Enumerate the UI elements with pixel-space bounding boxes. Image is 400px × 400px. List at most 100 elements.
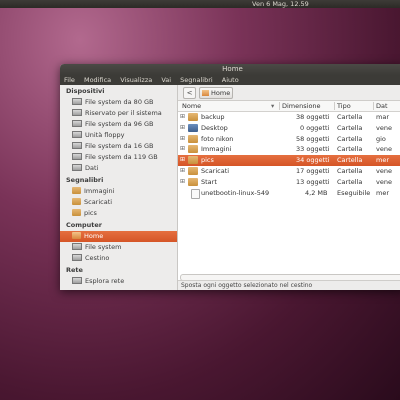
- sidebar-item-label: File system da 96 GB: [85, 120, 154, 128]
- table-row-selected[interactable]: ⊞ pics 34 oggetti Cartella mer: [178, 155, 400, 166]
- file-date: mer: [376, 188, 390, 197]
- file-type: Cartella: [337, 123, 363, 132]
- file-date: mar: [376, 113, 389, 121]
- file-size: 58 oggetti: [296, 134, 330, 143]
- location-bar: < Home: [178, 85, 400, 101]
- menu-segnalibri[interactable]: Segnalibri: [180, 76, 213, 84]
- sidebar-item-label: Scaricati: [84, 198, 113, 206]
- drive-icon: [72, 164, 82, 171]
- sidebar-header-bookmarks: Segnalibri: [66, 176, 104, 184]
- file-date: vene: [376, 166, 392, 175]
- path-home-button[interactable]: Home: [199, 87, 233, 99]
- sidebar-item-label: File system: [85, 243, 122, 251]
- column-nome[interactable]: Nome: [182, 101, 201, 111]
- expander-icon[interactable]: ⊞: [180, 155, 185, 166]
- table-row[interactable]: ⊞ Start 13 oggetti Cartella vene: [178, 177, 400, 188]
- file-size: 13 oggetti: [296, 177, 330, 186]
- file-size: 0 oggetti: [300, 123, 330, 132]
- table-row[interactable]: ⊞ foto nikon 58 oggetti Cartella gio: [178, 134, 400, 145]
- sidebar-item-label: File system da 80 GB: [85, 98, 154, 106]
- column-separator: [279, 102, 280, 110]
- path-home-label: Home: [211, 89, 231, 97]
- menu-visualizza[interactable]: Visualizza: [120, 76, 152, 84]
- file-type: Eseguibile: [337, 188, 371, 197]
- column-separator: [373, 102, 374, 110]
- file-view: < Home Nome ▾ Dimensione Tipo Dat ⊞ back…: [178, 85, 400, 290]
- expander-icon[interactable]: ⊞: [180, 134, 185, 145]
- column-tipo[interactable]: Tipo: [337, 101, 351, 111]
- menu-modifica[interactable]: Modifica: [84, 76, 111, 84]
- sidebar-header-computer: Computer: [66, 221, 103, 229]
- menu-bar: File Modifica Visualizza Vai Segnalibri …: [60, 75, 400, 85]
- sidebar-header-devices: Dispositivi: [66, 87, 105, 95]
- menu-vai[interactable]: Vai: [161, 76, 171, 84]
- sidebar-item-cestino[interactable]: Cestino: [60, 253, 177, 264]
- file-type: Cartella: [337, 113, 363, 121]
- expander-icon[interactable]: ⊞: [180, 177, 185, 188]
- clock[interactable]: Ven 6 Mag, 12.59: [252, 0, 309, 8]
- file-type: Cartella: [337, 166, 363, 175]
- status-bar: Sposta ogni oggetto selezionato nel cest…: [178, 280, 400, 290]
- sidebar-item-pics[interactable]: pics: [60, 208, 177, 219]
- sidebar-item-device-2[interactable]: Riservato per il sistema: [60, 108, 177, 119]
- column-separator: [334, 102, 335, 110]
- sidebar-item-device-6[interactable]: File system da 119 GB: [60, 152, 177, 163]
- file-name: Desktop: [201, 123, 228, 132]
- places-sidebar: Dispositivi File system da 80 GB Riserva…: [60, 85, 178, 290]
- file-date: gio: [376, 134, 386, 143]
- file-date: mer: [376, 156, 390, 165]
- file-type: Cartella: [337, 134, 363, 143]
- sidebar-item-network[interactable]: Esplora rete: [60, 276, 177, 287]
- table-row[interactable]: ⊞ backup 38 oggetti Cartella mar: [178, 112, 400, 123]
- sidebar-item-filesystem[interactable]: File system: [60, 242, 177, 253]
- drive-icon: [72, 142, 82, 149]
- sidebar-item-label: File system da 16 GB: [85, 142, 154, 150]
- file-manager-window: Home File Modifica Visualizza Vai Segnal…: [60, 64, 400, 290]
- folder-icon: [72, 187, 81, 194]
- sidebar-item-device-5[interactable]: File system da 16 GB: [60, 141, 177, 152]
- sidebar-item-floppy[interactable]: Unità floppy: [60, 130, 177, 141]
- table-row[interactable]: unetbootin-linux-549 4,2 MB Eseguibile m…: [178, 188, 400, 199]
- file-type: Cartella: [337, 145, 363, 154]
- sidebar-item-label: Home: [84, 232, 104, 240]
- file-size: 17 oggetti: [296, 166, 330, 175]
- file-type: Cartella: [337, 177, 363, 186]
- file-name: unetbootin-linux-549: [201, 188, 270, 197]
- sidebar-item-label: Riservato per il sistema: [85, 109, 162, 117]
- top-panel: Ven 6 Mag, 12.59: [0, 0, 400, 8]
- file-date: vene: [376, 123, 392, 132]
- file-name: Start: [201, 177, 217, 186]
- table-row[interactable]: ⊞ Scaricati 17 oggetti Cartella vene: [178, 166, 400, 177]
- column-dimensione[interactable]: Dimensione: [282, 101, 321, 111]
- expander-icon[interactable]: ⊞: [180, 144, 185, 155]
- expander-icon[interactable]: ⊞: [180, 123, 185, 134]
- chevron-left-icon[interactable]: <: [183, 87, 196, 99]
- file-size: 34 oggetti: [296, 156, 330, 165]
- sidebar-header-network: Rete: [66, 266, 83, 274]
- sidebar-item-scaricati[interactable]: Scaricati: [60, 197, 177, 208]
- sidebar-item-dati[interactable]: Dati: [60, 163, 177, 174]
- sidebar-item-device-3[interactable]: File system da 96 GB: [60, 119, 177, 130]
- file-size: 33 oggetti: [296, 145, 330, 154]
- sidebar-item-home[interactable]: Home: [60, 231, 177, 242]
- trash-icon: [72, 254, 82, 261]
- expander-icon[interactable]: ⊞: [180, 112, 185, 123]
- expander-icon[interactable]: ⊞: [180, 166, 185, 177]
- floppy-icon: [72, 131, 82, 138]
- table-row[interactable]: ⊞ Desktop 0 oggetti Cartella vene: [178, 123, 400, 134]
- sidebar-item-label: Unità floppy: [85, 131, 125, 139]
- file-list: Nome ▾ Dimensione Tipo Dat ⊞ backup 38 o…: [178, 101, 400, 199]
- sidebar-item-label: Immagini: [84, 187, 115, 195]
- table-row[interactable]: ⊞ Immagini 33 oggetti Cartella vene: [178, 144, 400, 155]
- window-title[interactable]: Home: [60, 64, 400, 75]
- sidebar-item-label: Esplora rete: [85, 277, 125, 285]
- home-folder-icon: [202, 90, 209, 96]
- drive-icon: [72, 120, 82, 127]
- sidebar-item-immagini[interactable]: Immagini: [60, 186, 177, 197]
- column-data[interactable]: Dat: [376, 101, 388, 111]
- file-name: Immagini: [201, 145, 232, 154]
- drive-icon: [72, 243, 82, 250]
- sidebar-item-device-1[interactable]: File system da 80 GB: [60, 97, 177, 108]
- menu-file[interactable]: File: [64, 76, 75, 84]
- menu-aiuto[interactable]: Aiuto: [222, 76, 239, 84]
